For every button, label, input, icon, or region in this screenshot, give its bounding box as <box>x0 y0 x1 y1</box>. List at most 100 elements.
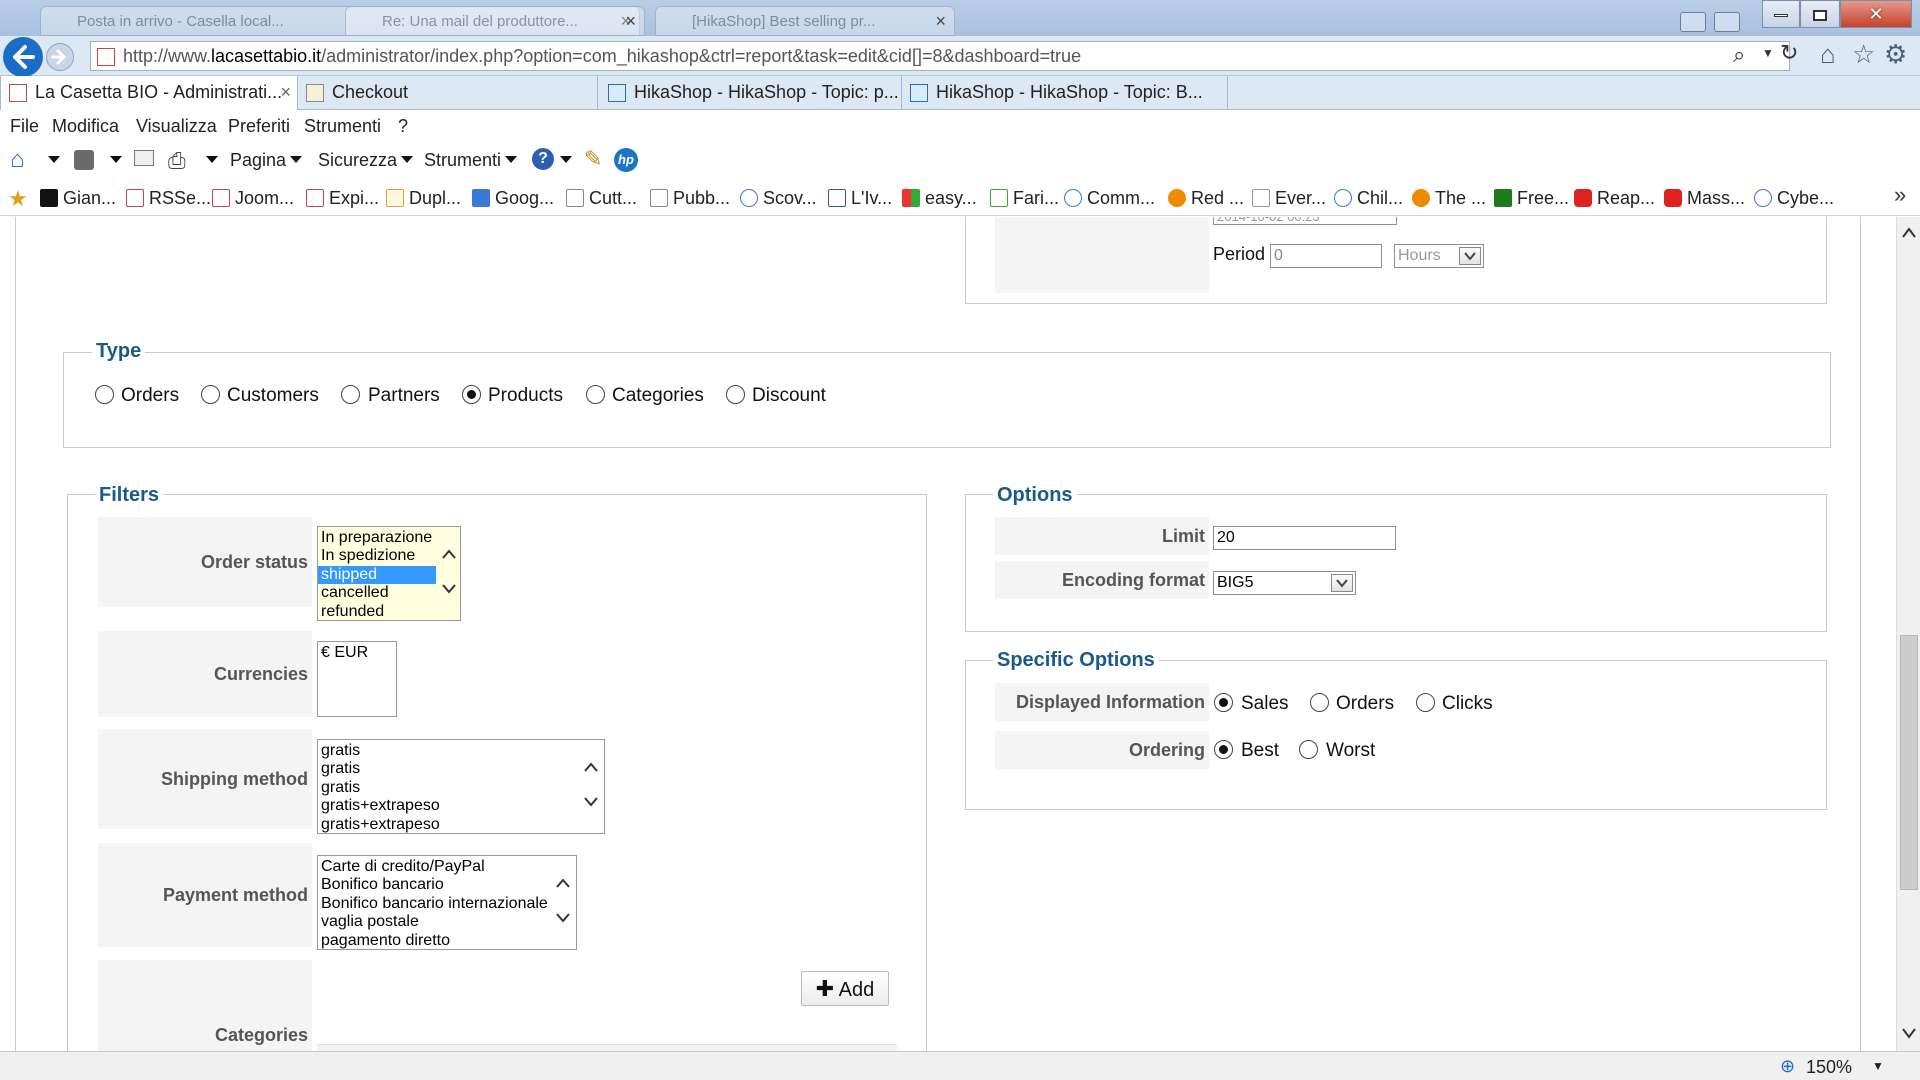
favorite-link[interactable]: Scov... <box>740 188 817 209</box>
chevron-down-icon[interactable] <box>110 156 122 163</box>
restore-tab-icon[interactable] <box>1714 12 1740 32</box>
scroll-thumb[interactable] <box>1900 635 1918 890</box>
ordering-radio-best[interactable] <box>1214 740 1233 759</box>
favorite-link[interactable]: RSSe... <box>126 188 211 209</box>
scroll-up-icon[interactable] <box>554 876 572 890</box>
zoom-level[interactable]: 150% <box>1806 1057 1852 1078</box>
scroll-up-icon[interactable] <box>582 760 600 774</box>
shipping-option[interactable]: gratis+extrapeso <box>318 816 604 833</box>
menu-preferiti[interactable]: Preferiti <box>228 116 290 137</box>
close-icon[interactable]: × <box>935 11 946 32</box>
order-status-option[interactable]: cancelled <box>318 584 460 602</box>
type-radio-partners[interactable] <box>341 385 360 404</box>
chevron-down-icon[interactable]: ▼ <box>1872 1059 1884 1073</box>
favorite-link[interactable]: Free... <box>1494 188 1569 209</box>
page-menu-button[interactable]: Pagina <box>230 150 303 171</box>
favorite-link[interactable]: Fari... <box>990 188 1059 209</box>
favorite-link[interactable]: Red ... <box>1168 188 1244 209</box>
scroll-up-icon[interactable] <box>1900 225 1918 241</box>
shipping-option[interactable]: gratis+extrapeso <box>318 797 604 815</box>
favorite-link[interactable]: Goog... <box>472 188 554 209</box>
type-radio-customers[interactable] <box>201 385 220 404</box>
order-status-option[interactable]: refunded <box>318 603 460 620</box>
security-menu-button[interactable]: Sicurezza <box>318 150 414 171</box>
favorite-link[interactable]: Pubb... <box>650 188 730 209</box>
payment-option[interactable]: vaglia postale <box>318 913 576 931</box>
close-window-button[interactable]: ✕ <box>1840 0 1912 28</box>
hp-logo-icon[interactable]: hp <box>614 148 638 172</box>
displayed-radio-clicks[interactable] <box>1416 693 1435 712</box>
favorite-link[interactable]: Dupl... <box>386 188 461 209</box>
order-status-listbox[interactable]: In preparazione In spedizione shipped ca… <box>317 526 461 621</box>
ordering-radio-worst[interactable] <box>1299 740 1318 759</box>
chevron-down-icon[interactable] <box>206 156 218 163</box>
maximize-button[interactable] <box>1800 0 1840 28</box>
tools-menu-button[interactable]: Strumenti <box>424 150 518 171</box>
type-radio-orders[interactable] <box>95 385 114 404</box>
scroll-down-icon[interactable] <box>554 911 572 925</box>
favorite-link[interactable]: Gian... <box>40 188 116 209</box>
minimize-button[interactable] <box>1762 0 1800 28</box>
favorite-link[interactable]: Ever... <box>1252 188 1326 209</box>
scroll-up-icon[interactable] <box>440 547 458 561</box>
payment-option[interactable]: Carte di credito/PayPal <box>318 858 576 876</box>
bg-tab-2[interactable]: Re: Una mail del produttore... × <box>345 6 645 36</box>
forward-button[interactable] <box>46 43 74 71</box>
close-icon[interactable]: × <box>280 76 291 108</box>
scroll-down-icon[interactable] <box>440 582 458 596</box>
print-icon[interactable]: ⎙ <box>168 148 186 174</box>
chevron-down-icon[interactable] <box>48 156 60 163</box>
mail-icon[interactable] <box>134 150 154 166</box>
order-status-option[interactable]: In spedizione <box>318 547 460 565</box>
chevron-right-icon[interactable]: » <box>1894 182 1906 208</box>
favorite-link[interactable]: Chil... <box>1334 188 1403 209</box>
favorite-link[interactable]: Cybe... <box>1754 188 1834 209</box>
type-radio-categories[interactable] <box>586 385 605 404</box>
period-input[interactable]: 0 <box>1270 244 1382 268</box>
currency-option[interactable]: € EUR <box>318 644 396 662</box>
payment-method-listbox[interactable]: Carte di credito/PayPal Bonifico bancari… <box>317 855 577 950</box>
dropdown-arrow-icon[interactable]: ▼ <box>1762 46 1774 60</box>
type-radio-products[interactable] <box>462 385 481 404</box>
encoding-format-select[interactable]: BIG5 <box>1213 571 1356 595</box>
shipping-option[interactable]: gratis <box>318 760 604 778</box>
favorite-link[interactable]: The ... <box>1412 188 1486 209</box>
order-status-option[interactable]: In preparazione <box>318 529 460 547</box>
payment-option[interactable]: Bonifico bancario <box>318 876 576 894</box>
home-icon[interactable]: ⌂ <box>1820 39 1836 70</box>
menu-file[interactable]: File <box>10 116 39 137</box>
period-unit-select[interactable]: Hours <box>1394 244 1484 268</box>
currencies-listbox[interactable]: € EUR <box>317 641 397 717</box>
favorite-link[interactable]: Comm... <box>1064 188 1155 209</box>
bg-tab-3[interactable]: [HikaShop] Best selling pr... × <box>655 6 955 36</box>
chevron-down-icon[interactable] <box>560 156 572 163</box>
menu-strumenti[interactable]: Strumenti <box>304 116 381 137</box>
favorite-link[interactable]: Joom... <box>212 188 294 209</box>
tab-hikashop-topic-b[interactable]: HikaShop - HikaShop - Topic: B... <box>902 76 1228 109</box>
favorite-link[interactable]: Mass... <box>1664 188 1745 209</box>
menu-help[interactable]: ? <box>398 116 408 137</box>
help-icon[interactable]: ? <box>532 148 554 170</box>
shipping-option[interactable]: gratis <box>318 779 604 797</box>
home-icon[interactable]: ⌂ <box>10 146 25 174</box>
payment-option[interactable]: pagamento diretto <box>318 932 576 949</box>
rss-feed-icon[interactable] <box>74 150 94 170</box>
add-category-button[interactable]: ✚ Add <box>801 971 889 1006</box>
favorite-link[interactable]: Reap... <box>1574 188 1655 209</box>
payment-option[interactable]: Bonifico bancario internazionale <box>318 895 576 913</box>
scroll-down-icon[interactable] <box>582 795 600 809</box>
displayed-radio-sales[interactable] <box>1214 693 1233 712</box>
favorite-link[interactable]: L'Iv... <box>828 188 892 209</box>
url-field[interactable]: http://www.lacasettabio.it/administrator… <box>90 41 1790 71</box>
scroll-down-icon[interactable] <box>1900 1025 1918 1041</box>
date-input[interactable]: 2014-10-02 00:23 <box>1213 217 1397 225</box>
favorite-link[interactable]: Cutt... <box>566 188 637 209</box>
menu-modifica[interactable]: Modifica <box>52 116 119 137</box>
refresh-icon[interactable]: ↻ <box>1780 40 1798 66</box>
order-status-option-selected[interactable]: shipped <box>318 565 436 585</box>
shipping-method-listbox[interactable]: gratis gratis gratis gratis+extrapeso gr… <box>317 739 605 834</box>
limit-input[interactable]: 20 <box>1213 526 1396 550</box>
type-radio-discount[interactable] <box>726 385 745 404</box>
settings-gear-icon[interactable]: ⚙ <box>1884 39 1907 70</box>
tab-administrator[interactable]: La Casetta BIO - Administrati... × <box>0 76 298 110</box>
